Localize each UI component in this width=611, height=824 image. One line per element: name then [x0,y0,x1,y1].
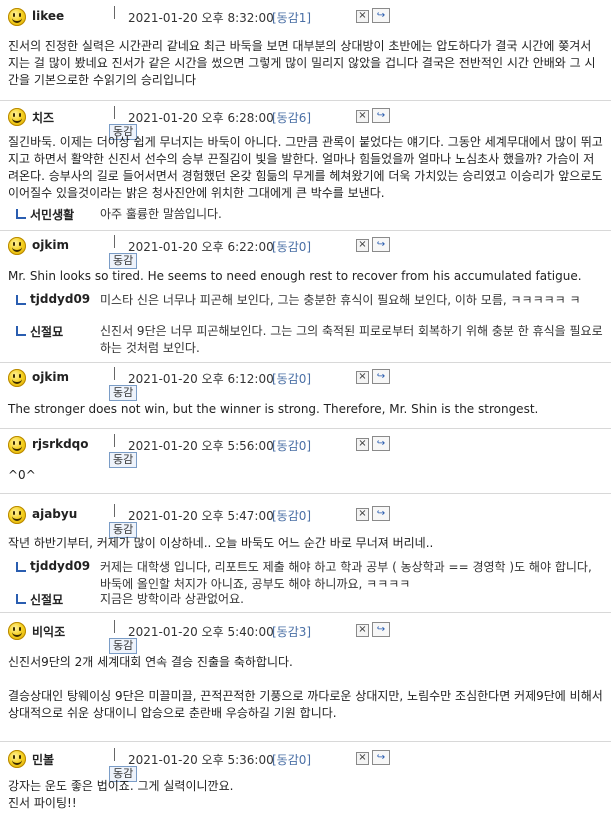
share-arrow-icon[interactable]: ↪ [372,506,390,521]
agree-count-link[interactable]: [동감1] [272,9,311,26]
reply-arrow-icon [16,326,26,336]
comment-header: rjsrkdqo 2021-01-20 오후 5:56:00 [동감0] 동감 … [8,434,603,468]
reply-author[interactable]: 신절묘 [30,591,63,608]
comment-date: 2021-01-20 오후 6:22:00 [128,240,274,254]
reply-text: 커제는 대학생 입니다, 리포트도 제출 해야 하고 학과 공부 ( 농상학과 … [100,560,592,591]
comment-text: 신진서9단의 2개 세계대회 연속 결승 진출을 축하합니다. 결승상대인 탕웨… [8,655,603,720]
separator [114,504,115,517]
divider [0,612,611,613]
share-arrow-icon[interactable]: ↪ [372,750,390,765]
smiley-icon [8,108,26,126]
comment-date: 2021-01-20 오후 6:28:00 [128,111,274,125]
comment-author[interactable]: ajabyu [32,507,77,521]
agree-count-link[interactable]: [동감0] [272,751,311,768]
agree-count-link[interactable]: [동감0] [272,238,311,255]
share-arrow-icon[interactable]: ↪ [372,436,390,451]
comment-date: 2021-01-20 오후 6:12:00 [128,372,274,386]
agree-count-link[interactable]: [동감0] [272,370,311,387]
reply-text: 아주 훌륭한 말씀입니다. [100,207,222,221]
share-arrow-icon[interactable]: ↪ [372,622,390,637]
separator [114,748,115,761]
smiley-icon [8,237,26,255]
separator [114,106,115,119]
comment-author[interactable]: 민볼 [32,751,54,768]
reply-author[interactable]: tjddyd09 [30,559,90,573]
comment-date: 2021-01-20 오후 5:56:00 [128,439,274,453]
comment-text: Mr. Shin looks so tired. He seems to nee… [8,269,582,283]
smiley-icon [8,369,26,387]
share-arrow-icon[interactable]: ↪ [372,8,390,23]
smiley-icon [8,8,26,26]
divider [0,428,611,429]
comment-date: 2021-01-20 오후 5:47:00 [128,509,274,523]
divider [0,493,611,494]
divider [0,741,611,742]
agree-count-link[interactable]: [동감0] [272,437,311,454]
comment-date: 2021-01-20 오후 5:40:00 [128,625,274,639]
reply-author[interactable]: 서민생활 [30,206,74,223]
smiley-icon [8,436,26,454]
comment-header: ojkim 2021-01-20 오후 6:22:00 [동감0] 동감 × ↪ [8,235,603,269]
reply-text: 지금은 방학이라 상관없어요. [100,592,244,606]
reply-arrow-icon [16,594,26,604]
close-icon[interactable]: × [356,438,369,451]
divider [0,362,611,363]
comment-author[interactable]: rjsrkdqo [32,437,89,451]
comment-header: 치즈 2021-01-20 오후 6:28:00 [동감6] 동감 × ↪ [8,106,603,140]
reply-text: 미스타 신은 너무나 피곤해 보인다, 그는 충분한 휴식이 필요해 보인다, … [100,293,581,307]
comment-author[interactable]: 비익조 [32,623,65,640]
close-icon[interactable]: × [356,110,369,123]
reply-arrow-icon [16,562,26,572]
comment-text: 작년 하반기부터, 커제가 많이 이상하네.. 오늘 바둑도 어느 순간 바로 … [8,536,434,550]
close-icon[interactable]: × [356,371,369,384]
share-arrow-icon[interactable]: ↪ [372,237,390,252]
comment-header: ojkim 2021-01-20 오후 6:12:00 [동감0] 동감 × ↪ [8,367,603,401]
close-icon[interactable]: × [356,624,369,637]
smiley-icon [8,750,26,768]
reply-author[interactable]: tjddyd09 [30,292,90,306]
separator [114,620,115,633]
comment-author[interactable]: 치즈 [32,109,54,126]
separator [114,367,115,380]
comment-text: 질긴바둑. 이제는 더이상 쉽게 무너지는 바둑이 아니다. 그만큼 관록이 붙… [8,135,607,200]
comment-author[interactable]: likee [32,9,64,23]
comment-date: 2021-01-20 오후 5:36:00 [128,753,274,767]
comment-header: 비익조 2021-01-20 오후 5:40:00 [동감3] 동감 × ↪ [8,620,603,654]
reply-arrow-icon [16,295,26,305]
comment-text: 강자는 운도 좋은 법이죠. 그게 실력이니깐요. 진서 파이팅!! [8,779,234,810]
comment-text: The stronger does not win, but the winne… [8,402,539,416]
share-arrow-icon[interactable]: ↪ [372,108,390,123]
share-arrow-icon[interactable]: ↪ [372,369,390,384]
close-icon[interactable]: × [356,508,369,521]
comment-header: ajabyu 2021-01-20 오후 5:47:00 [동감0] 동감 × … [8,504,603,538]
smiley-icon [8,506,26,524]
agree-button[interactable]: 동감 [109,385,138,401]
separator [114,6,115,19]
reply-author[interactable]: 신절묘 [30,323,63,340]
separator [114,434,115,447]
comment-header: likee 2021-01-20 오후 8:32:00 [동감1] × ↪ [8,6,603,30]
agree-button[interactable]: 동감 [109,452,138,468]
comment-author[interactable]: ojkim [32,370,69,384]
agree-button[interactable]: 동감 [109,253,138,269]
comment-text: ^0^ [8,468,36,482]
agree-count-link[interactable]: [동감3] [272,623,311,640]
smiley-icon [8,622,26,640]
agree-button[interactable]: 동감 [109,638,138,654]
agree-count-link[interactable]: [동감0] [272,507,311,524]
reply-arrow-icon [16,209,26,219]
divider [0,100,611,101]
comment-author[interactable]: ojkim [32,238,69,252]
close-icon[interactable]: × [356,239,369,252]
close-icon[interactable]: × [356,10,369,23]
separator [114,235,115,248]
reply-text: 신진서 9단은 너무 피곤해보인다. 그는 그의 축적된 피로로부터 회복하기 … [100,324,603,355]
close-icon[interactable]: × [356,752,369,765]
comment-text: 진서의 진정한 실력은 시간관리 같네요 최근 바둑을 보면 대부분의 상대방이… [8,39,596,87]
comment-date: 2021-01-20 오후 8:32:00 [128,11,274,25]
divider [0,230,611,231]
agree-count-link[interactable]: [동감6] [272,109,311,126]
comment-header: 민볼 2021-01-20 오후 5:36:00 [동감0] 동감 × ↪ [8,748,603,782]
